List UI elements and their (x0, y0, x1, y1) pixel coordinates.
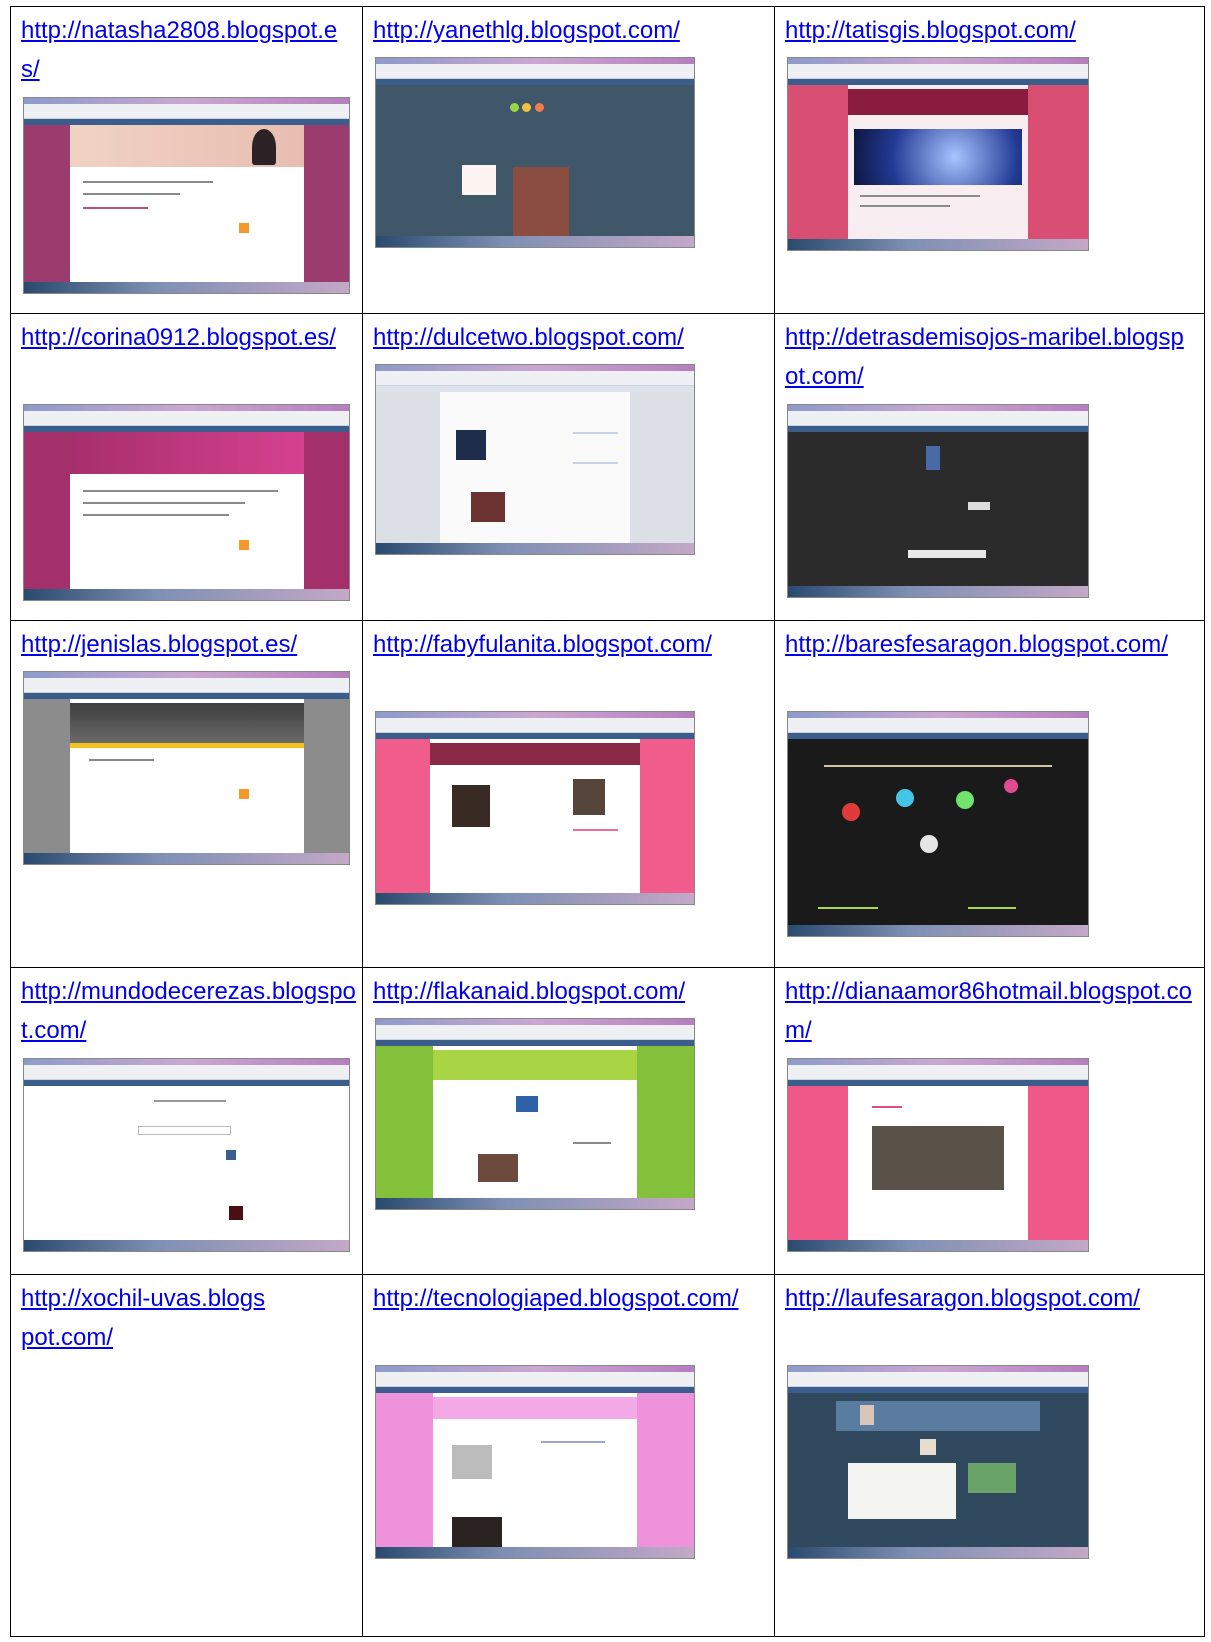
table-cell: http://flakanaid.blogspot.com/ (362, 967, 775, 1275)
table-row: http://jenislas.blogspot.es/ http://faby… (10, 620, 1205, 968)
table-cell: http://corina0912.blogspot.es/ (10, 313, 363, 621)
blog-link[interactable]: http://fabyfulanita.blogspot.com/ (373, 625, 765, 664)
table-cell: http://detrasdemisojos-maribel.blogspot.… (774, 313, 1205, 621)
table-row: http://corina0912.blogspot.es/ http://du… (10, 313, 1205, 621)
table-row: http://natasha2808.blogspot.es/ http://y… (10, 6, 1205, 314)
table-cell: http://tecnologiaped.blogspot.com/ (362, 1274, 775, 1637)
table-cell: http://natasha2808.blogspot.es/ (10, 6, 363, 314)
table-cell: http://dianaamor86hotmail.blogspot.com/ (774, 967, 1205, 1275)
table-cell: http://mundodecerezas.blogspot.com/ (10, 967, 363, 1275)
table-cell: http://xochil-uvas.blogspot.com/ (10, 1274, 363, 1637)
blog-link[interactable]: http://jenislas.blogspot.es/ (21, 625, 361, 664)
blog-link[interactable]: http://xochil-uvas.blogspot.com/ (21, 1279, 271, 1357)
blog-screenshot (787, 57, 1089, 251)
blog-screenshot (787, 1058, 1089, 1252)
blog-screenshot (375, 364, 695, 555)
blog-link[interactable]: http://flakanaid.blogspot.com/ (373, 972, 765, 1011)
blog-screenshot (787, 1365, 1089, 1559)
blog-screenshot (375, 1018, 695, 1210)
blog-link[interactable]: http://mundodecerezas.blogspot.com/ (21, 972, 361, 1050)
table-cell: http://baresfesaragon.blogspot.com/ (774, 620, 1205, 968)
blog-screenshot (23, 1058, 350, 1252)
blog-links-table: http://natasha2808.blogspot.es/ http://y… (10, 6, 1205, 1637)
table-cell: http://yanethlg.blogspot.com/ (362, 6, 775, 314)
table-cell: http://fabyfulanita.blogspot.com/ (362, 620, 775, 968)
blog-screenshot (787, 711, 1089, 937)
blog-screenshot (375, 711, 695, 905)
blog-link[interactable]: http://natasha2808.blogspot.es/ (21, 11, 341, 89)
blog-link[interactable]: http://detrasdemisojos-maribel.blogspot.… (785, 318, 1193, 396)
blog-screenshot (23, 97, 350, 294)
blog-link[interactable]: http://laufesaragon.blogspot.com/ (785, 1279, 1193, 1318)
table-cell: http://jenislas.blogspot.es/ (10, 620, 363, 968)
blog-link[interactable]: http://baresfesaragon.blogspot.com/ (785, 625, 1193, 664)
blog-link[interactable]: http://tecnologiaped.blogspot.com/ (373, 1279, 765, 1318)
blog-link[interactable]: http://yanethlg.blogspot.com/ (373, 11, 765, 50)
blog-screenshot (23, 404, 350, 601)
table-row: http://mundodecerezas.blogspot.com/ http… (10, 967, 1205, 1275)
blog-link[interactable]: http://dianaamor86hotmail.blogspot.com/ (785, 972, 1193, 1050)
blog-screenshot (375, 57, 695, 248)
blog-link[interactable]: http://corina0912.blogspot.es/ (21, 318, 341, 357)
table-cell: http://tatisgis.blogspot.com/ (774, 6, 1205, 314)
table-row: http://xochil-uvas.blogspot.com/ http://… (10, 1274, 1205, 1637)
blog-screenshot (787, 404, 1089, 598)
blog-screenshot (375, 1365, 695, 1559)
blog-link[interactable]: http://tatisgis.blogspot.com/ (785, 11, 1193, 50)
blog-link[interactable]: http://dulcetwo.blogspot.com/ (373, 318, 765, 357)
table-cell: http://dulcetwo.blogspot.com/ (362, 313, 775, 621)
blog-screenshot (23, 671, 350, 865)
table-cell: http://laufesaragon.blogspot.com/ (774, 1274, 1205, 1637)
